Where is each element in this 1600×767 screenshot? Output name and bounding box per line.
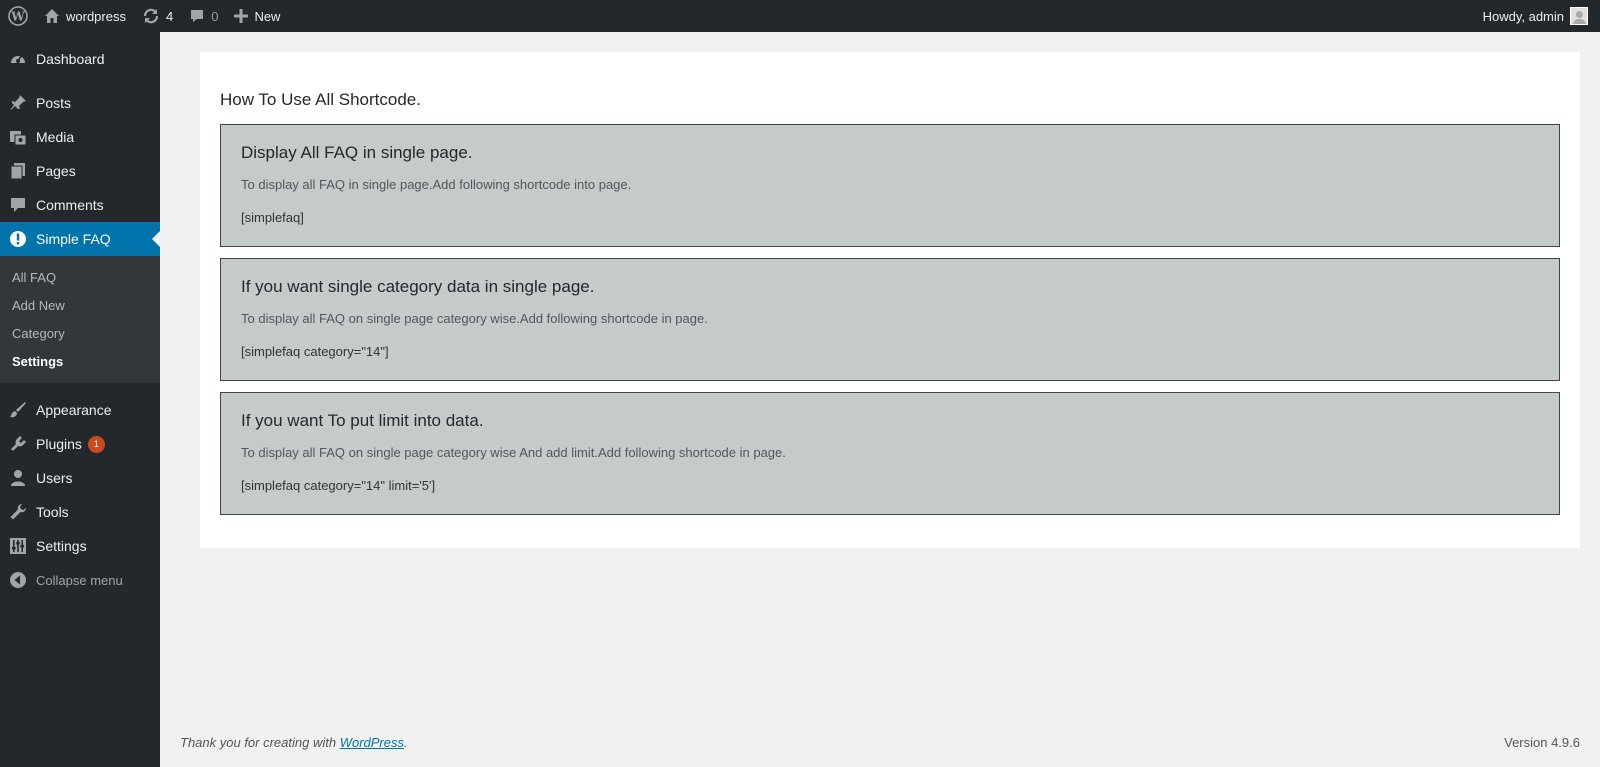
brush-icon: [0, 401, 36, 419]
menu-label: Media: [36, 129, 75, 145]
card-title: If you want single category data in sing…: [241, 277, 595, 296]
updates-count: 4: [165, 8, 174, 24]
menu-users[interactable]: Users: [0, 461, 160, 495]
collapse-arrow-icon: [0, 571, 36, 589]
card-description: To display all FAQ on single page catego…: [241, 311, 708, 326]
menu-label: Tools: [36, 504, 69, 520]
plugins-update-badge: 1: [87, 435, 105, 453]
menu-label: Users: [36, 470, 73, 486]
sliders-icon: [0, 537, 36, 555]
shortcode-panel: How To Use All Shortcode. Display All FA…: [200, 52, 1580, 548]
avatar[interactable]: [1570, 7, 1588, 25]
collapse-menu-label: Collapse menu: [36, 572, 123, 588]
simple-faq-submenu: All FAQ Add New Category Settings: [0, 256, 160, 383]
menu-label: Dashboard: [36, 51, 105, 67]
shortcode-text: [simplefaq]: [241, 210, 304, 225]
user-icon: [0, 469, 36, 487]
submenu-category[interactable]: Category: [0, 319, 160, 347]
home-icon: [45, 9, 59, 23]
menu-label: Simple FAQ: [36, 231, 111, 247]
comment-icon: [191, 10, 204, 22]
menu-pages[interactable]: Pages: [0, 154, 160, 188]
dashboard-icon: [0, 50, 36, 68]
shortcode-card: Display All FAQ in single page. To displ…: [220, 124, 1560, 247]
footer-thanks: Thank you for creating with WordPress.: [180, 735, 408, 750]
howdy-text: Howdy, admin: [1482, 8, 1564, 24]
menu-appearance[interactable]: Appearance: [0, 393, 160, 427]
new-content-link[interactable]: New: [226, 0, 288, 32]
submenu-settings[interactable]: Settings: [0, 347, 160, 375]
menu-label: Plugins: [36, 436, 82, 452]
menu-tools[interactable]: Tools: [0, 495, 160, 529]
menu-posts[interactable]: Posts: [0, 86, 160, 120]
admin-sidebar: Dashboard Posts Media Pages Comments Sim…: [0, 32, 160, 767]
comments-link[interactable]: 0: [181, 0, 226, 32]
shortcode-card: If you want single category data in sing…: [220, 258, 1560, 381]
pages-icon: [0, 162, 36, 180]
updates-icon: [143, 8, 159, 24]
plus-icon: [234, 9, 249, 23]
menu-label: Settings: [36, 538, 87, 554]
menu-label: Posts: [36, 95, 72, 111]
alert-icon: [0, 230, 36, 248]
collapse-menu-button[interactable]: Collapse menu: [0, 563, 160, 597]
card-description: To display all FAQ on single page catego…: [241, 445, 786, 460]
updates-link[interactable]: 4: [134, 0, 181, 32]
admin-bar: W wordpress 4 0 New Howdy, admin: [0, 0, 1600, 32]
account-menu[interactable]: Howdy, admin: [1475, 0, 1570, 32]
card-title: If you want To put limit into data.: [241, 411, 484, 430]
card-title: Display All FAQ in single page.: [241, 143, 473, 162]
footer-thanks-suffix: .: [404, 735, 408, 750]
comments-count: 0: [211, 8, 219, 24]
menu-media[interactable]: Media: [0, 120, 160, 154]
shortcode-text: [simplefaq category="14"]: [241, 344, 389, 359]
admin-footer: Thank you for creating with WordPress. V…: [180, 735, 1580, 750]
comment-icon: [0, 196, 36, 214]
wordpress-link[interactable]: WordPress: [340, 735, 404, 750]
menu-label: Pages: [36, 163, 76, 179]
plug-icon: [0, 435, 36, 453]
footer-thanks-prefix: Thank you for creating with: [180, 735, 340, 750]
pin-icon: [0, 94, 36, 112]
card-description: To display all FAQ in single page.Add fo…: [241, 177, 632, 192]
menu-plugins[interactable]: Plugins 1: [0, 427, 160, 461]
version-text: Version 4.9.6: [1504, 735, 1580, 750]
site-name-link[interactable]: wordpress: [36, 0, 134, 32]
new-label: New: [254, 8, 281, 24]
shortcode-text: [simplefaq category="14" limit='5']: [241, 478, 436, 493]
page-title: How To Use All Shortcode.: [220, 90, 421, 109]
shortcode-card: If you want To put limit into data. To d…: [220, 392, 1560, 515]
menu-comments[interactable]: Comments: [0, 188, 160, 222]
menu-label: Comments: [36, 197, 104, 213]
menu-label: Appearance: [36, 402, 112, 418]
menu-settings[interactable]: Settings: [0, 529, 160, 563]
svg-text:W: W: [10, 10, 25, 24]
site-name: wordpress: [66, 8, 126, 24]
menu-dashboard[interactable]: Dashboard: [0, 42, 160, 76]
menu-simple-faq[interactable]: Simple FAQ: [0, 222, 160, 256]
media-icon: [0, 128, 36, 146]
wrench-icon: [0, 503, 36, 521]
submenu-add-new[interactable]: Add New: [0, 291, 160, 319]
submenu-all-faq[interactable]: All FAQ: [0, 263, 160, 291]
wordpress-logo-icon[interactable]: W: [0, 0, 36, 32]
